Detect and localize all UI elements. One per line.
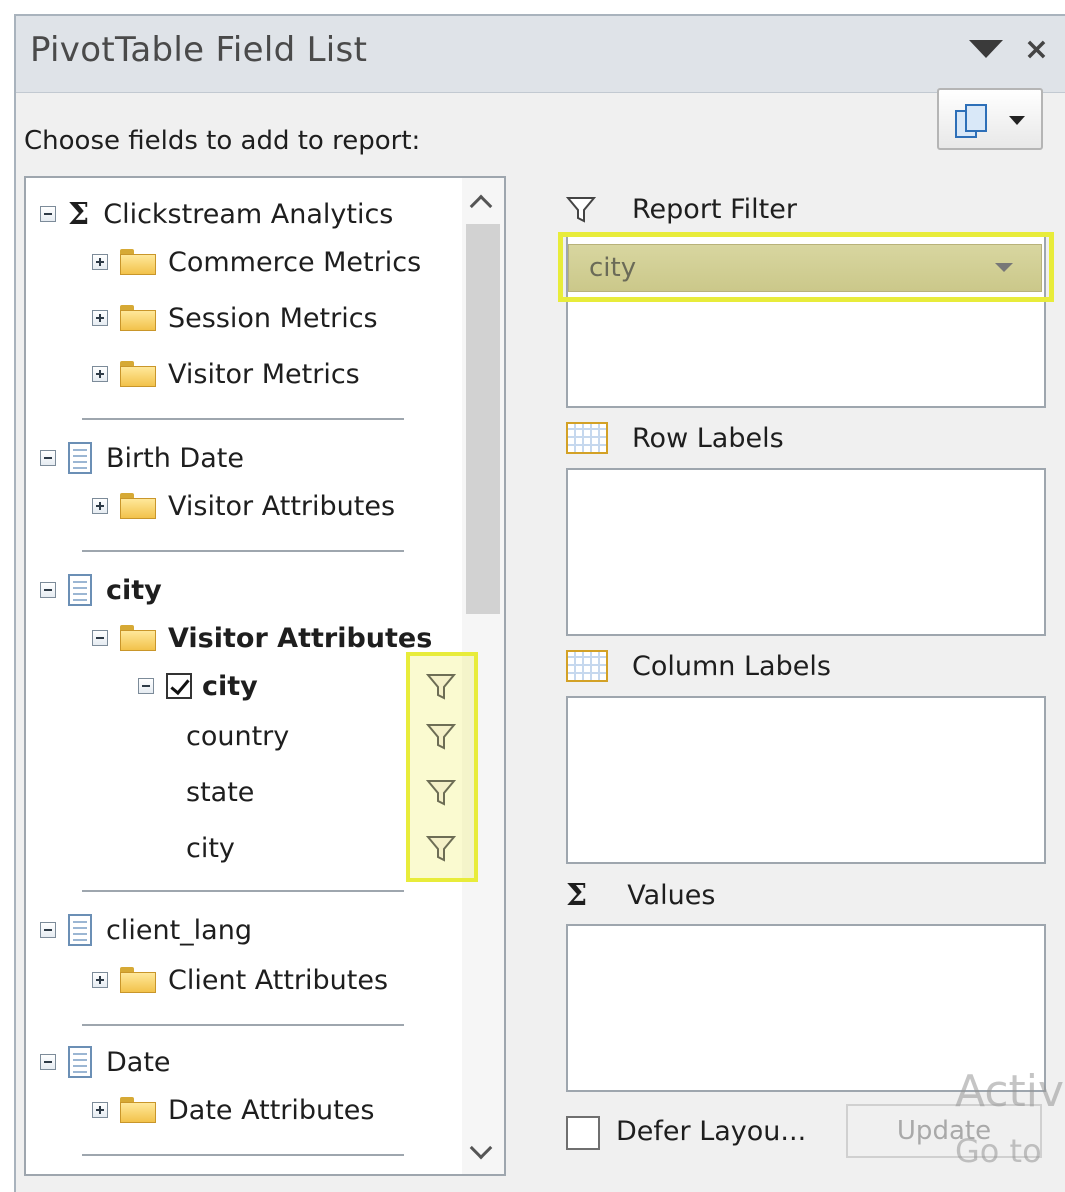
tree-item-city-level[interactable]: city: [186, 826, 235, 870]
city-checkbox[interactable]: [166, 673, 192, 699]
tree-item-visitor-attributes[interactable]: Visitor Attributes: [92, 484, 395, 528]
dimension-icon: [68, 442, 92, 474]
tree-item-label: Birth Date: [106, 442, 244, 474]
tree-item-clickstream-analytics[interactable]: Σ Clickstream Analytics: [40, 192, 393, 236]
defer-layout-checkbox[interactable]: [566, 1116, 600, 1150]
open-folder-icon: [120, 625, 156, 651]
tree-item-label: Visitor Attributes: [168, 622, 433, 654]
tree-item-label: Date Attributes: [168, 1094, 375, 1126]
column-labels-text: Column Labels: [632, 650, 831, 682]
tree-item-label: Visitor Attributes: [168, 490, 396, 522]
tree-item-birth-date[interactable]: Birth Date: [40, 436, 244, 480]
dimension-icon: [68, 914, 92, 946]
report-filter-text: Report Filter: [632, 194, 797, 225]
tree-item-client-attributes[interactable]: Client Attributes: [92, 958, 388, 1002]
tree-item-label: city: [202, 670, 258, 702]
scroll-down-icon[interactable]: [469, 1136, 493, 1160]
row-labels-icon: [566, 422, 608, 454]
layout-icon: [955, 104, 989, 138]
expand-icon[interactable]: [92, 498, 108, 514]
triangle-down-icon[interactable]: [969, 40, 1003, 58]
tree-item-city-hierarchy[interactable]: city: [138, 664, 258, 708]
tree-item-label: client_lang: [106, 914, 252, 946]
tree-item-label: state: [186, 776, 255, 808]
row-labels-text: Row Labels: [632, 422, 784, 454]
values-text: Values: [627, 880, 716, 911]
dimension-icon: [68, 1046, 92, 1078]
tree-item-city-dimension[interactable]: city: [40, 568, 162, 612]
folder-icon: [120, 361, 156, 387]
activation-watermark: Activ: [955, 1066, 1065, 1117]
tree-item-label: Client Attributes: [168, 964, 389, 996]
column-labels-label: Column Labels: [566, 650, 831, 682]
tree-item-date[interactable]: Date: [40, 1040, 171, 1084]
sigma-icon: Σ: [68, 196, 90, 232]
tree-item-label: Clickstream Analytics: [103, 198, 394, 230]
expand-icon[interactable]: [92, 1102, 108, 1118]
folder-icon: [120, 493, 156, 519]
row-labels-area[interactable]: [566, 468, 1046, 636]
tree-item-country[interactable]: country: [186, 714, 289, 758]
row-labels-label: Row Labels: [566, 422, 784, 454]
collapse-icon[interactable]: [138, 678, 154, 694]
funnel-icon[interactable]: [426, 722, 456, 752]
sigma-icon: Σ: [566, 878, 588, 913]
folder-icon: [120, 1097, 156, 1123]
tree-item-label: Session Metrics: [168, 302, 378, 334]
divider: [82, 550, 404, 552]
tree-item-label: city: [106, 574, 162, 606]
tree-item-visitor-attributes-open[interactable]: Visitor Attributes: [92, 616, 432, 660]
activation-watermark-sub: Go to: [955, 1132, 1042, 1170]
tree-item-label: country: [186, 720, 290, 752]
collapse-icon[interactable]: [40, 1054, 56, 1070]
folder-icon: [120, 305, 156, 331]
expand-icon[interactable]: [92, 254, 108, 270]
scroll-up-icon[interactable]: [469, 194, 493, 218]
folder-icon: [120, 967, 156, 993]
tree-item-client-lang[interactable]: client_lang: [40, 908, 252, 952]
collapse-icon[interactable]: [40, 450, 56, 466]
choose-fields-label: Choose fields to add to report:: [24, 126, 421, 156]
scroll-thumb[interactable]: [466, 224, 500, 614]
divider: [82, 1024, 404, 1026]
close-button[interactable]: ×: [1024, 32, 1049, 67]
expand-icon[interactable]: [92, 366, 108, 382]
tree-item-state[interactable]: state: [186, 770, 254, 814]
divider: [82, 418, 404, 420]
tree-item-commerce-metrics[interactable]: Commerce Metrics: [92, 240, 421, 284]
divider: [82, 1154, 404, 1156]
tree-item-label: city: [186, 832, 235, 864]
report-filter-label: Report Filter: [566, 194, 797, 225]
panel-title: PivotTable Field List: [30, 30, 368, 70]
values-label: Σ Values: [566, 878, 715, 913]
divider: [82, 890, 404, 892]
tree-item-date-attributes[interactable]: Date Attributes: [92, 1088, 374, 1132]
tree-item-label: Visitor Metrics: [168, 358, 360, 390]
chip-label: city: [589, 253, 637, 283]
dimension-icon: [68, 574, 92, 606]
tree-item-label: Commerce Metrics: [168, 246, 422, 278]
expand-icon[interactable]: [92, 972, 108, 988]
collapse-icon[interactable]: [40, 922, 56, 938]
folder-icon: [120, 249, 156, 275]
chevron-down-icon[interactable]: [995, 263, 1013, 272]
funnel-icon: [566, 196, 596, 223]
chevron-down-icon: [1009, 116, 1025, 125]
tree-item-visitor-metrics[interactable]: Visitor Metrics: [92, 352, 360, 396]
collapse-icon[interactable]: [40, 582, 56, 598]
column-labels-area[interactable]: [566, 696, 1046, 864]
expand-icon[interactable]: [92, 310, 108, 326]
title-bar: PivotTable Field List ×: [16, 16, 1065, 93]
funnel-icon[interactable]: [426, 672, 456, 702]
column-labels-icon: [566, 650, 608, 682]
report-filter-chip-city[interactable]: city: [568, 244, 1042, 292]
collapse-icon[interactable]: [92, 630, 108, 646]
defer-layout-label: Defer Layou...: [616, 1116, 807, 1147]
tree-item-session-metrics[interactable]: Session Metrics: [92, 296, 378, 340]
funnel-icon[interactable]: [426, 834, 456, 864]
collapse-icon[interactable]: [40, 206, 56, 222]
layout-options-button[interactable]: [937, 88, 1043, 150]
funnel-icon[interactable]: [426, 778, 456, 808]
tree-item-label: Date: [106, 1046, 171, 1078]
